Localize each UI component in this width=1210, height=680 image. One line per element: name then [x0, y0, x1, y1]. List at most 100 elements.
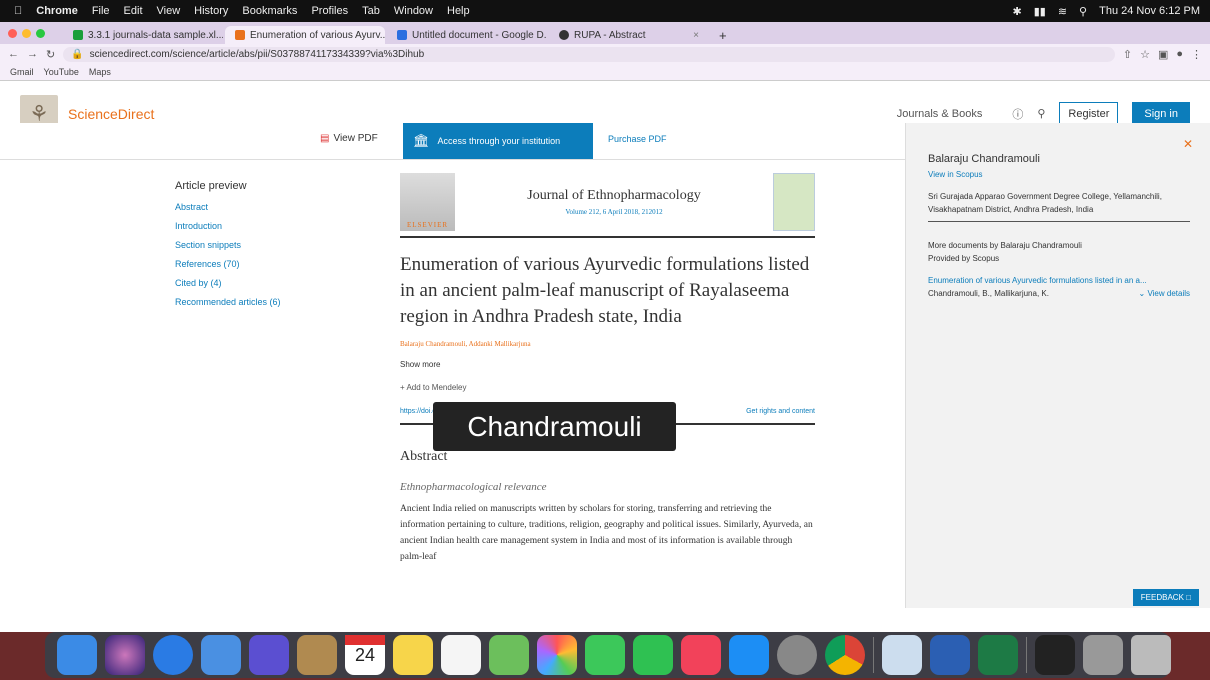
- wifi-icon[interactable]: ≋: [1058, 5, 1067, 18]
- more-docs-heading: More documents by Balaraju Chandramouli: [928, 241, 1082, 250]
- register-button[interactable]: Register: [1059, 101, 1119, 126]
- app-store-icon[interactable]: [729, 635, 769, 675]
- journal-volume[interactable]: Volume 212, 6 April 2018, 212012: [455, 208, 773, 216]
- reload-icon[interactable]: ↻: [46, 48, 55, 61]
- name-tooltip: Chandramouli: [433, 402, 676, 451]
- siri-icon[interactable]: [105, 635, 145, 675]
- mail-icon[interactable]: [201, 635, 241, 675]
- menu-view[interactable]: View: [157, 5, 181, 17]
- forward-icon[interactable]: →: [27, 48, 38, 60]
- mac-menubar:  Chrome File Edit View History Bookmark…: [0, 0, 1210, 22]
- tab-rupa[interactable]: RUPA - Abstract ×: [549, 26, 709, 44]
- battery-icon[interactable]: ▮▮: [1034, 5, 1046, 18]
- menu-edit[interactable]: Edit: [124, 5, 143, 17]
- bookmark-gmail[interactable]: Gmail: [10, 67, 34, 77]
- share-icon[interactable]: ⇧: [1123, 48, 1132, 61]
- dock: 24: [45, 632, 1171, 678]
- back-icon[interactable]: ←: [8, 48, 19, 60]
- preview-icon[interactable]: [882, 635, 922, 675]
- purchase-pdf-link[interactable]: Purchase PDF: [608, 134, 667, 144]
- menu-help[interactable]: Help: [447, 5, 470, 17]
- bookmark-youtube[interactable]: YouTube: [44, 67, 79, 77]
- bookmark-star-icon[interactable]: ☆: [1140, 48, 1150, 61]
- tab-sheets[interactable]: 3.3.1 journals-data sample.xl...×: [63, 26, 223, 44]
- messages-icon[interactable]: [585, 635, 625, 675]
- profile-avatar[interactable]: ●: [1176, 48, 1183, 60]
- outline-link-recommended[interactable]: Recommended articles (6): [175, 297, 355, 307]
- show-more-link[interactable]: Show more: [400, 360, 815, 369]
- downloads-stack-icon[interactable]: [1035, 635, 1075, 675]
- new-tab-button[interactable]: +: [711, 26, 735, 44]
- trash-icon[interactable]: [1131, 635, 1171, 675]
- reminders-icon[interactable]: [441, 635, 481, 675]
- outline-link-references[interactable]: References (70): [175, 259, 355, 269]
- menu-history[interactable]: History: [194, 5, 228, 17]
- window-controls: [8, 22, 45, 44]
- recent-stack-icon[interactable]: [1083, 635, 1123, 675]
- maximize-window-icon[interactable]: [36, 28, 45, 38]
- menu-profiles[interactable]: Profiles: [311, 5, 348, 17]
- close-icon[interactable]: ✕: [1183, 137, 1193, 151]
- outline-link-snippets[interactable]: Section snippets: [175, 240, 355, 250]
- word-icon[interactable]: [930, 635, 970, 675]
- tab-docs[interactable]: Untitled document - Google D...×: [387, 26, 547, 44]
- finder-icon[interactable]: [57, 635, 97, 675]
- view-details-button[interactable]: ⌄ View details: [1139, 289, 1190, 298]
- excel-icon[interactable]: [978, 635, 1018, 675]
- calendar-icon[interactable]: 24: [345, 635, 385, 675]
- journals-books-link[interactable]: Journals & Books: [897, 108, 983, 120]
- rights-link[interactable]: Get rights and content: [746, 408, 815, 415]
- signin-button[interactable]: Sign in: [1132, 101, 1190, 126]
- menu-chrome[interactable]: Chrome: [36, 5, 78, 17]
- view-pdf-button[interactable]: ▤ View PDF: [320, 133, 378, 144]
- notes-folder-icon[interactable]: [297, 635, 337, 675]
- outline-link-cited-by[interactable]: Cited by (4): [175, 278, 355, 288]
- article-title: Enumeration of various Ayurvedic formula…: [400, 254, 810, 327]
- system-preferences-icon[interactable]: [777, 635, 817, 675]
- author-side-panel: ✕ Balaraju Chandramouli View in Scopus S…: [905, 123, 1210, 608]
- close-window-icon[interactable]: [8, 28, 17, 38]
- close-tab-icon[interactable]: ×: [693, 30, 699, 41]
- menu-file[interactable]: File: [92, 5, 110, 17]
- menu-bookmarks[interactable]: Bookmarks: [242, 5, 297, 17]
- feedback-button[interactable]: FEEDBACK □: [1132, 589, 1199, 606]
- notes-icon[interactable]: [393, 635, 433, 675]
- extensions-icon[interactable]: ▣: [1158, 48, 1168, 61]
- outline-link-introduction[interactable]: Introduction: [175, 221, 355, 231]
- music-icon[interactable]: [681, 635, 721, 675]
- tab-article[interactable]: Enumeration of various Ayurv...×: [225, 26, 385, 44]
- brand-name[interactable]: ScienceDirect: [68, 106, 154, 122]
- help-icon[interactable]: ⓘ: [1012, 106, 1023, 122]
- bookmarks-bar: Gmail YouTube Maps: [0, 64, 1210, 81]
- menu-tab[interactable]: Tab: [362, 5, 380, 17]
- apple-icon[interactable]: : [14, 5, 22, 17]
- search-icon[interactable]: ⚲: [1079, 5, 1087, 18]
- bluetooth-icon[interactable]: ✱: [1013, 5, 1022, 18]
- feedback-label: FEEDBACK: [1140, 593, 1184, 602]
- chrome-icon[interactable]: [825, 635, 865, 675]
- dock-separator: [1026, 637, 1027, 673]
- menu-window[interactable]: Window: [394, 5, 433, 17]
- access-institution-button[interactable]: 🏛 Access through your institution: [403, 123, 593, 159]
- clock[interactable]: Thu 24 Nov 6:12 PM: [1099, 5, 1200, 17]
- elsevier-tree-logo[interactable]: ELSEVIER: [400, 173, 455, 231]
- minimize-window-icon[interactable]: [22, 28, 31, 38]
- journal-title[interactable]: Journal of Ethnopharmacology: [455, 188, 773, 204]
- url-input[interactable]: 🔒 sciencedirect.com/science/article/abs/p…: [63, 46, 1115, 62]
- add-to-mendeley-button[interactable]: + Add to Mendeley: [400, 383, 815, 392]
- view-scopus-link[interactable]: View in Scopus: [928, 170, 1190, 179]
- bookmark-maps[interactable]: Maps: [89, 67, 111, 77]
- document-link[interactable]: Enumeration of various Ayurvedic formula…: [928, 276, 1190, 285]
- maps-icon[interactable]: [489, 635, 529, 675]
- search-icon[interactable]: ⚲: [1037, 107, 1045, 120]
- imovie-star-icon[interactable]: [249, 635, 289, 675]
- menu-dots-icon[interactable]: ⋮: [1191, 48, 1202, 61]
- safari-icon[interactable]: [153, 635, 193, 675]
- journal-cover-image[interactable]: [773, 173, 815, 231]
- outline-link-abstract[interactable]: Abstract: [175, 202, 355, 212]
- tab-label: Untitled document - Google D...: [412, 29, 547, 41]
- facetime-icon[interactable]: [633, 635, 673, 675]
- author-list[interactable]: Balaraju Chandramouli, Addanki Mallikarj…: [400, 340, 815, 348]
- address-bar-row: ← → ↻ 🔒 sciencedirect.com/science/article…: [0, 44, 1210, 64]
- photos-icon[interactable]: [537, 635, 577, 675]
